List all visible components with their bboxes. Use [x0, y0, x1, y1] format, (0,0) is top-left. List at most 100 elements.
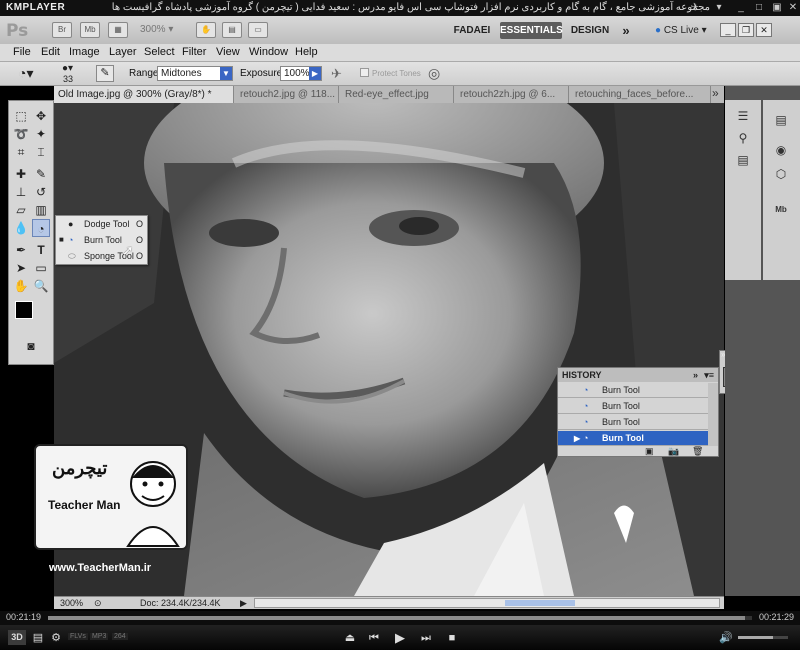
- ps-minimize-icon[interactable]: _: [720, 23, 736, 37]
- brush-panel-icon[interactable]: ✎: [96, 65, 114, 82]
- maximize-icon[interactable]: □: [752, 1, 766, 14]
- tab-retouching-faces[interactable]: retouching_faces_before...: [571, 86, 711, 103]
- protect-tones-checkbox[interactable]: [360, 68, 369, 77]
- play-icon[interactable]: ▶: [392, 630, 408, 646]
- history-state[interactable]: ◔ Burn Tool: [558, 383, 708, 398]
- styles-icon[interactable]: ⬡: [770, 164, 792, 184]
- 3d-button[interactable]: 3D: [8, 630, 26, 645]
- menu-filter[interactable]: Filter: [182, 46, 206, 58]
- menu-help[interactable]: Help: [295, 46, 318, 58]
- exposure-input[interactable]: 100% ▶: [280, 66, 322, 81]
- volume-slider[interactable]: [738, 636, 788, 639]
- new-snapshot-icon[interactable]: 📷: [668, 446, 679, 457]
- spot-healing-tool-icon[interactable]: ✚: [12, 165, 30, 183]
- menu-edit[interactable]: Edit: [41, 46, 60, 58]
- menu-layer[interactable]: Layer: [109, 46, 137, 58]
- panel-menu-icon[interactable]: ▾≡: [704, 368, 714, 382]
- hand-tool-button[interactable]: ✋: [196, 22, 216, 38]
- status-info-icon[interactable]: ⊙: [94, 597, 102, 609]
- quick-select-tool-icon[interactable]: ✦: [32, 125, 50, 143]
- path-select-tool-icon[interactable]: ➤: [12, 259, 30, 277]
- screen-mode-button[interactable]: ▭: [248, 22, 268, 38]
- ps-restore-icon[interactable]: ❐: [738, 23, 754, 37]
- range-select[interactable]: Midtones ▼: [157, 66, 233, 81]
- swatches-icon[interactable]: ◉: [770, 140, 792, 160]
- close-icon[interactable]: ✕: [786, 1, 800, 14]
- history-state[interactable]: ◔ Burn Tool: [558, 415, 708, 430]
- window-menu-icon[interactable]: ▾: [712, 1, 726, 14]
- channels-icon[interactable]: ▤: [732, 150, 754, 170]
- collapse-panel-icon[interactable]: »: [693, 368, 698, 382]
- airbrush-icon[interactable]: ✈: [331, 66, 342, 82]
- playlist-icon[interactable]: ▤: [30, 630, 46, 646]
- brush-tool-icon[interactable]: ✎: [32, 165, 50, 183]
- workspace-fadaei[interactable]: FADAEI: [452, 22, 492, 39]
- status-menu-icon[interactable]: ▶: [240, 597, 247, 609]
- more-workspaces-icon[interactable]: »: [616, 22, 636, 39]
- ps-close-icon[interactable]: ✕: [756, 23, 772, 37]
- more-tabs-icon[interactable]: »: [712, 86, 719, 100]
- type-tool-icon[interactable]: T: [32, 241, 50, 259]
- history-state[interactable]: ◔ Burn Tool: [558, 399, 708, 414]
- history-scrollbar[interactable]: [708, 383, 718, 446]
- menu-view[interactable]: View: [216, 46, 240, 58]
- eject-icon[interactable]: ⏏: [342, 630, 358, 646]
- menu-image[interactable]: Image: [69, 46, 100, 58]
- next-icon[interactable]: ⏭: [418, 630, 434, 646]
- clone-stamp-tool-icon[interactable]: ⊥: [12, 183, 30, 201]
- foreground-color-swatch[interactable]: [15, 301, 33, 319]
- zoom-tool-icon[interactable]: 🔍: [32, 277, 50, 295]
- color-panel-icon[interactable]: ▤: [770, 110, 792, 130]
- blur-tool-icon[interactable]: 💧: [12, 219, 30, 237]
- eyedropper-tool-icon[interactable]: ⌶: [32, 143, 50, 161]
- crop-tool-icon[interactable]: ⌗: [12, 143, 30, 161]
- history-state-current[interactable]: ▶ ◔ Burn Tool: [558, 431, 708, 446]
- workspace-essentials[interactable]: ESSENTIALS: [500, 22, 563, 39]
- menu-window[interactable]: Window: [249, 46, 288, 58]
- arrange-documents-button[interactable]: ▤: [222, 22, 242, 38]
- lasso-tool-icon[interactable]: ➰: [12, 125, 30, 143]
- stop-icon[interactable]: ■: [444, 630, 460, 646]
- tab-red-eye[interactable]: Red-eye_effect.jpg: [341, 86, 454, 103]
- pressure-size-icon[interactable]: ◎: [428, 65, 440, 82]
- scrollbar-thumb[interactable]: [505, 600, 575, 606]
- seek-bar[interactable]: [48, 616, 752, 620]
- gradient-tool-icon[interactable]: ▥: [32, 201, 50, 219]
- workspace-design[interactable]: DESIGN: [570, 22, 610, 39]
- hand-tool-icon[interactable]: ✋: [12, 277, 30, 295]
- settings-icon[interactable]: ⚙: [48, 630, 64, 646]
- minimize-icon[interactable]: _: [734, 1, 748, 14]
- paths-icon[interactable]: ⚲: [732, 128, 754, 148]
- minibridge-button[interactable]: Mb: [80, 22, 100, 38]
- previous-icon[interactable]: ⏮: [366, 630, 382, 646]
- adjustments-icon[interactable]: ☰: [732, 106, 754, 126]
- menu-file[interactable]: File: [13, 46, 31, 58]
- volume-icon[interactable]: 🔊: [718, 630, 734, 646]
- eraser-tool-icon[interactable]: ▱: [12, 201, 30, 219]
- menu-select[interactable]: Select: [144, 46, 175, 58]
- cs-live-button[interactable]: ● CS Live ▾: [655, 22, 707, 39]
- burn-tool-icon[interactable]: ◔: [32, 219, 50, 237]
- fullscreen-icon[interactable]: ▣: [770, 1, 784, 14]
- tab-retouch2[interactable]: retouch2.jpg @ 118...: [236, 86, 339, 103]
- tab-old-image[interactable]: Old Image.jpg @ 300% (Gray/8*) *: [54, 86, 234, 103]
- burn-tool-preset-icon[interactable]: ◔▾: [18, 65, 33, 82]
- pen-tool-icon[interactable]: ✒: [12, 241, 30, 259]
- zoom-level-select[interactable]: 300% ▾: [140, 22, 190, 38]
- brush-picker-icon[interactable]: ●▾: [62, 63, 73, 74]
- delete-state-icon[interactable]: 🗑: [692, 446, 703, 457]
- new-document-from-state-icon[interactable]: ▣: [645, 446, 654, 457]
- pin-icon[interactable]: ✈: [688, 1, 702, 14]
- marquee-tool-icon[interactable]: ⬚: [12, 107, 30, 125]
- minibridge-panel-icon[interactable]: Mb: [770, 200, 792, 220]
- tab-retouch2zh[interactable]: retouch2zh.jpg @ 6...: [456, 86, 569, 103]
- bridge-button[interactable]: Br: [52, 22, 72, 38]
- horizontal-scrollbar[interactable]: [254, 598, 720, 608]
- move-tool-icon[interactable]: ✥: [32, 107, 50, 125]
- history-brush-tool-icon[interactable]: ↺: [32, 183, 50, 201]
- shape-tool-icon[interactable]: ▭: [32, 259, 50, 277]
- view-extras-button[interactable]: ▦: [108, 22, 128, 38]
- flyout-dodge-tool[interactable]: ● Dodge Tool O: [56, 216, 147, 232]
- status-zoom[interactable]: 300%: [60, 597, 83, 609]
- quick-mask-icon[interactable]: ◙: [22, 337, 40, 355]
